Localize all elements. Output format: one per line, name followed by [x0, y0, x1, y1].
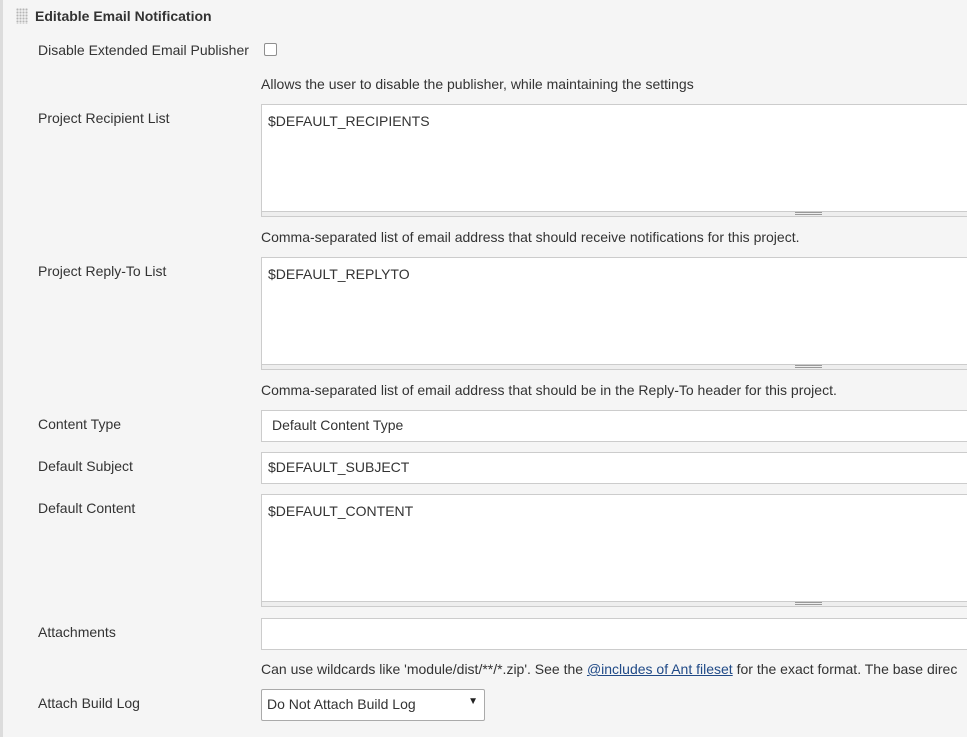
disable-publisher-label: Disable Extended Email Publisher [38, 42, 249, 58]
attachments-input[interactable] [261, 618, 967, 650]
attachments-help: Can use wildcards like 'module/dist/**/*… [261, 661, 957, 677]
ant-fileset-link[interactable]: @includes of Ant fileset [587, 661, 733, 677]
default-subject-input[interactable]: $DEFAULT_SUBJECT [261, 452, 967, 484]
recipient-list-resize-handle[interactable] [261, 212, 967, 217]
attachments-label: Attachments [38, 624, 116, 640]
default-content-textarea[interactable]: $DEFAULT_CONTENT [261, 494, 967, 602]
content-type-label: Content Type [38, 416, 122, 432]
reply-to-list-label: Project Reply-To List [38, 263, 167, 279]
recipient-list-label: Project Recipient List [38, 110, 170, 126]
drag-handle-icon[interactable] [16, 8, 28, 24]
content-type-select[interactable]: Default Content Type [261, 410, 967, 442]
reply-to-list-resize-handle[interactable] [261, 365, 967, 370]
disable-publisher-help: Allows the user to disable the publisher… [261, 76, 694, 92]
attachments-help-text: Can use wildcards like 'module/dist/**/*… [261, 661, 587, 677]
attach-build-log-select[interactable]: Do Not Attach Build Log ▼ [261, 689, 485, 721]
attach-build-log-value: Do Not Attach Build Log [267, 696, 416, 712]
section-title: Editable Email Notification [35, 8, 212, 24]
dropdown-arrow-icon: ▼ [468, 696, 478, 707]
reply-to-list-textarea[interactable]: $DEFAULT_REPLYTO [261, 257, 967, 365]
recipient-list-help: Comma-separated list of email address th… [261, 229, 800, 245]
default-subject-label: Default Subject [38, 458, 133, 474]
grip-lines-icon [795, 212, 822, 215]
default-content-resize-handle[interactable] [261, 602, 967, 607]
default-content-label: Default Content [38, 500, 136, 516]
grip-lines-icon [795, 365, 822, 368]
reply-to-list-help: Comma-separated list of email address th… [261, 382, 837, 398]
grip-lines-icon [795, 602, 822, 605]
attachments-help-text-end: for the exact format. The base direc [732, 661, 958, 677]
disable-publisher-checkbox[interactable] [264, 43, 277, 56]
left-border [0, 0, 3, 737]
recipient-list-textarea[interactable]: $DEFAULT_RECIPIENTS [261, 104, 967, 212]
attach-build-log-label: Attach Build Log [38, 695, 140, 711]
